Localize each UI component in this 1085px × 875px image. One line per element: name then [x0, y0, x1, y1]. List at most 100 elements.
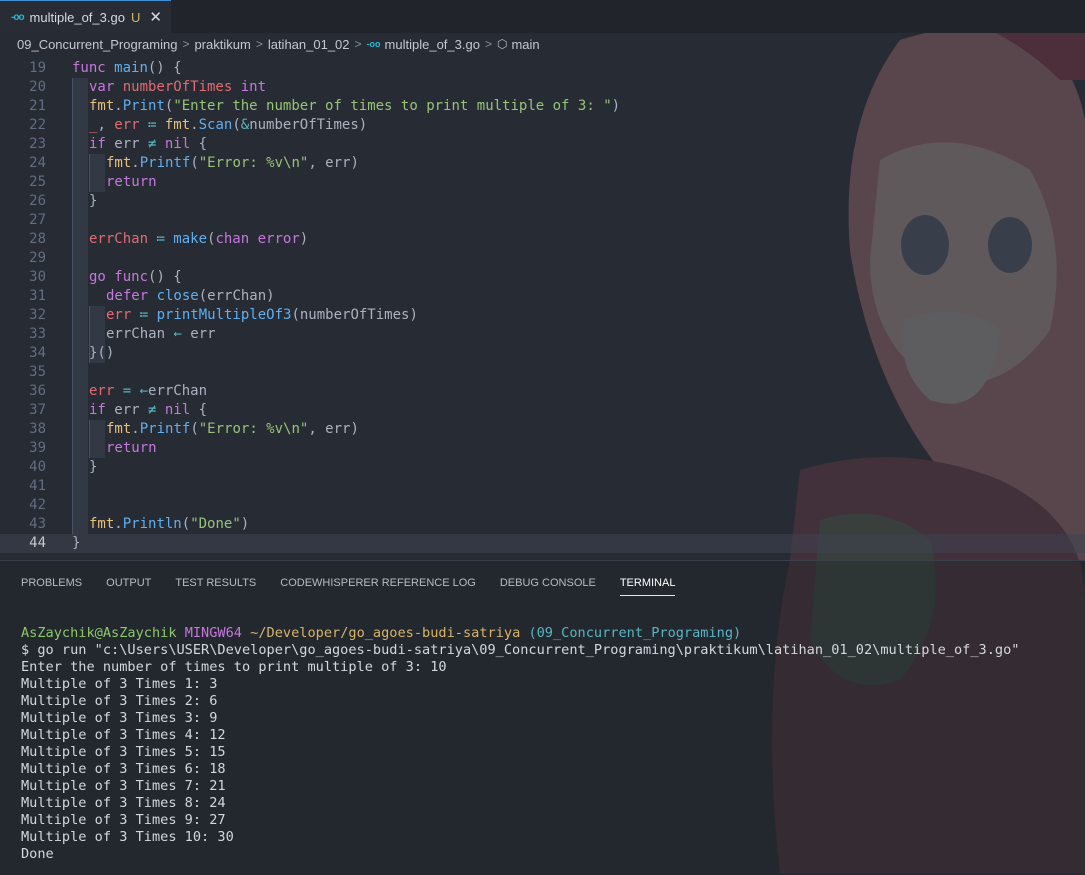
line-number: 32 — [29, 307, 46, 323]
terminal-line: Done — [21, 846, 54, 862]
line-number: 40 — [29, 459, 46, 475]
code-token: () { — [148, 269, 182, 285]
line-number: 39 — [29, 440, 46, 456]
line-number: 19 — [29, 60, 46, 76]
code-token: error — [257, 231, 300, 247]
code-line[interactable]: 39 return — [0, 439, 1085, 458]
tab-terminal[interactable]: TERMINAL — [619, 577, 676, 596]
code-token: int — [240, 79, 267, 95]
close-icon[interactable]: ✕ — [149, 8, 162, 26]
code-token: . — [114, 98, 123, 114]
code-text: fmt.Printf("Error: %v\n", err) — [106, 154, 359, 173]
code-token: } — [72, 535, 81, 551]
code-token: main — [114, 60, 148, 76]
bottom-panel: PROBLEMS OUTPUT TEST RESULTS CODEWHISPER… — [0, 560, 1085, 875]
breadcrumb-item-symbol[interactable]: main — [511, 37, 539, 52]
code-line[interactable]: 31 defer close(errChan) — [0, 287, 1085, 306]
breadcrumb-item-folder[interactable]: praktikum — [194, 37, 250, 52]
code-text: if err ≠ nil { — [89, 135, 207, 154]
line-number: 27 — [29, 212, 46, 228]
tab-debug-console[interactable]: DEBUG CONSOLE — [500, 577, 596, 596]
line-number: 20 — [29, 79, 46, 95]
code-line[interactable]: 37 if err ≠ nil { — [0, 401, 1085, 420]
code-token: (errChan) — [198, 288, 275, 304]
prompt-user: AsZaychik@AsZaychik — [21, 625, 177, 641]
code-token: errChan — [148, 383, 208, 399]
code-token: var — [89, 79, 123, 95]
line-number: 38 — [29, 421, 46, 437]
tab-codewhisperer-log[interactable]: CODEWHISPERER REFERENCE LOG — [280, 577, 476, 596]
code-text: return — [106, 173, 157, 192]
terminal-line: Multiple of 3 Times 7: 21 — [21, 778, 226, 794]
code-line[interactable]: 25 return — [0, 173, 1085, 192]
code-line[interactable]: 35 — [0, 363, 1085, 382]
code-token: if — [89, 402, 115, 418]
tab-output[interactable]: OUTPUT — [106, 577, 151, 596]
code-line[interactable]: 42 — [0, 496, 1085, 515]
code-token: , err) — [308, 155, 359, 171]
code-token: { — [198, 402, 208, 418]
code-line[interactable]: 41 — [0, 477, 1085, 496]
code-line[interactable]: 21 fmt.Print("Enter the number of times t… — [0, 97, 1085, 116]
terminal-line: Multiple of 3 Times 6: 18 — [21, 761, 226, 777]
code-line[interactable]: 22 _, err ≔ fmt.Scan(&numberOfTimes) — [0, 116, 1085, 135]
code-token: fmt — [106, 155, 132, 171]
line-number: 21 — [29, 98, 46, 114]
chevron-right-icon: > — [182, 37, 190, 51]
code-line[interactable]: 20 var numberOfTimes int — [0, 78, 1085, 97]
code-token: "Enter the number of times to print mult… — [173, 98, 612, 114]
breadcrumb-item-file[interactable]: multiple_of_3.go — [385, 37, 480, 52]
code-line[interactable]: 33 errChan ← err — [0, 325, 1085, 344]
terminal-command: $ go run "c:\Users\USER\Developer\go_ago… — [21, 642, 1020, 658]
code-line[interactable]: 26} — [0, 192, 1085, 211]
code-line[interactable]: 43 fmt.Println("Done") — [0, 515, 1085, 534]
code-line[interactable]: 32 err ≔ printMultipleOf3(numberOfTimes) — [0, 306, 1085, 325]
editor-tab-bar: -oo multiple_of_3.go U ✕ — [0, 0, 1085, 33]
code-line[interactable]: 40} — [0, 458, 1085, 477]
breadcrumb-item-folder[interactable]: 09_Concurrent_Programing — [17, 37, 177, 52]
code-line[interactable]: 34}() — [0, 344, 1085, 363]
line-number: 30 — [29, 269, 46, 285]
code-token: close — [156, 288, 199, 304]
code-text: } — [72, 534, 80, 553]
tab-multiple-of-3[interactable]: -oo multiple_of_3.go U ✕ — [0, 0, 171, 33]
code-token: . — [131, 155, 140, 171]
code-token: ≠ — [148, 136, 165, 152]
code-line[interactable]: 19 func main() { — [0, 59, 1085, 78]
code-line[interactable]: 30 go func() { — [0, 268, 1085, 287]
code-token: () { — [147, 60, 182, 76]
code-token: = ← — [122, 383, 149, 399]
code-token: ) — [611, 98, 621, 114]
tab-problems[interactable]: PROBLEMS — [21, 577, 82, 596]
code-token: Printf — [139, 155, 191, 171]
code-line[interactable]: 38 fmt.Printf("Error: %v\n", err) — [0, 420, 1085, 439]
code-line[interactable]: 36 err = ←errChan — [0, 382, 1085, 401]
code-token: ( — [181, 516, 191, 532]
code-line[interactable]: 28 errChan ≔ make(chan error) — [0, 230, 1085, 249]
code-line[interactable]: 44} — [0, 534, 1085, 553]
code-token: return — [106, 174, 157, 190]
prompt-branch: (09_Concurrent_Programing) — [528, 625, 742, 641]
breadcrumb-item-folder[interactable]: latihan_01_02 — [268, 37, 350, 52]
code-token: "Done" — [190, 516, 241, 532]
code-editor[interactable]: 19 func main() {20 var numberOfTimes int 21… — [0, 59, 1085, 556]
code-token: err — [190, 326, 216, 342]
terminal-line: Multiple of 3 Times 5: 15 — [21, 744, 226, 760]
code-token: fmt — [89, 98, 115, 114]
code-token: go — [89, 269, 115, 285]
code-token: defer — [106, 288, 157, 304]
code-text: err ≔ printMultipleOf3(numberOfTimes) — [106, 306, 418, 325]
code-token: nil — [164, 402, 199, 418]
symbol-method-icon: ⬡ — [496, 37, 508, 51]
tab-test-results[interactable]: TEST RESULTS — [175, 577, 256, 596]
code-line[interactable]: 23 if err ≠ nil { — [0, 135, 1085, 154]
code-text: defer close(errChan) — [106, 287, 275, 306]
code-token: fmt — [164, 117, 191, 133]
code-line[interactable]: 29 — [0, 249, 1085, 268]
git-status-badge: U — [130, 9, 141, 25]
line-number: 24 — [29, 155, 46, 171]
code-line[interactable]: 24 fmt.Printf("Error: %v\n", err) — [0, 154, 1085, 173]
code-token: , — [97, 117, 115, 133]
terminal-output[interactable]: AsZaychik@AsZaychik MINGW64 ~/Developer/… — [21, 625, 1019, 863]
code-line[interactable]: 27 — [0, 211, 1085, 230]
